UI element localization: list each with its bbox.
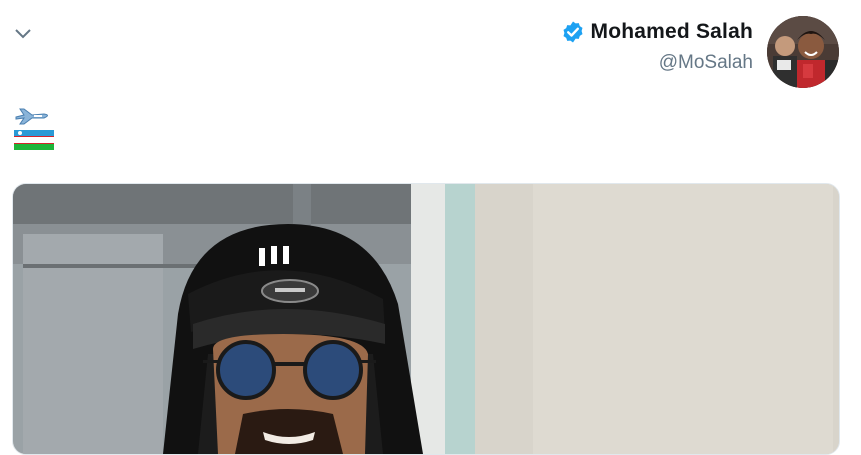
chevron-down-icon[interactable] [12, 22, 34, 44]
author-display-name[interactable]: Mohamed Salah [591, 20, 753, 44]
airplane-emoji [15, 108, 48, 125]
author-handle[interactable]: @MoSalah [561, 52, 753, 74]
tweet-photo[interactable] [12, 183, 840, 455]
verified-badge-icon [563, 21, 583, 43]
tweet-text [14, 106, 54, 150]
avatar[interactable] [767, 16, 839, 88]
tweet-author[interactable]: Mohamed Salah @MoSalah [561, 20, 753, 74]
flag-uzbekistan-emoji [14, 130, 54, 150]
